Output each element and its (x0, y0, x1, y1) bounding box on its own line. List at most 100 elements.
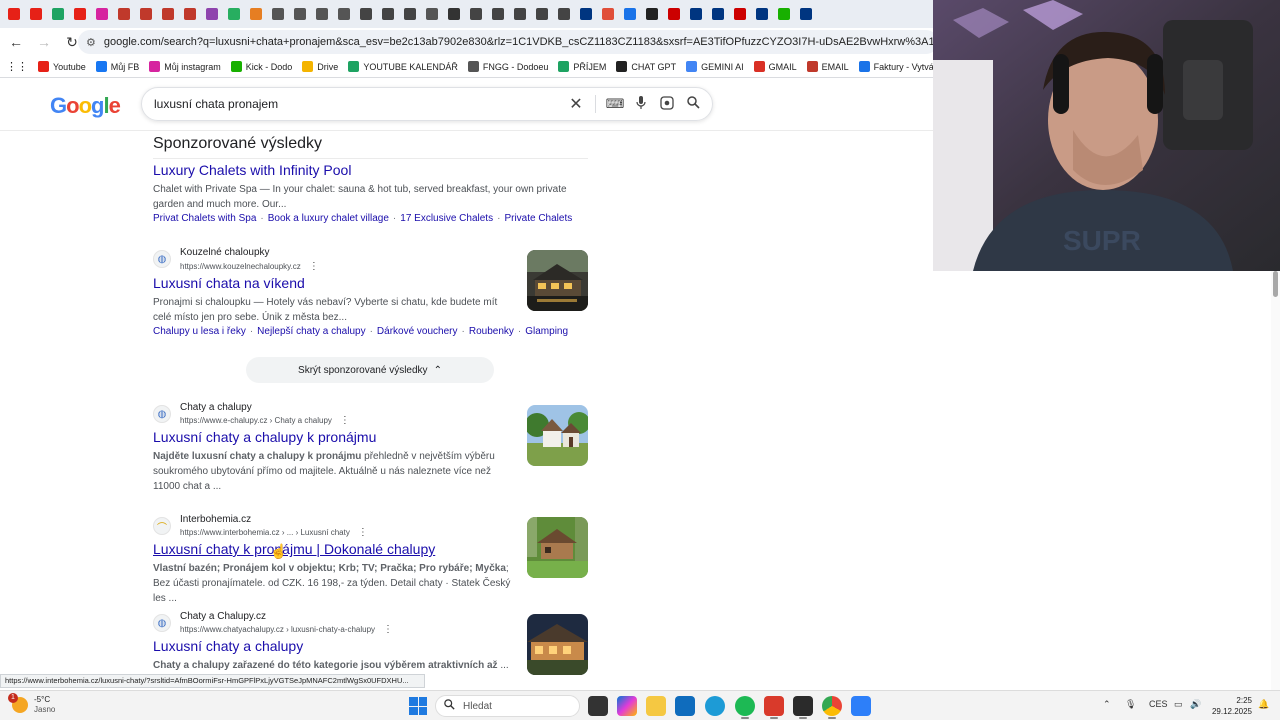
result-title-link[interactable]: Luxusní chata na víkend (153, 275, 305, 291)
browser-tab[interactable] (114, 4, 134, 24)
more-options-icon[interactable]: ⋮ (358, 527, 368, 538)
browser-tab[interactable] (752, 4, 772, 24)
windows-start-icon[interactable] (409, 697, 427, 715)
browser-tab[interactable] (4, 4, 24, 24)
site-name[interactable]: Chaty a Chalupy.cz (180, 611, 266, 622)
browser-tab[interactable] (708, 4, 728, 24)
browser-tab[interactable] (268, 4, 288, 24)
site-name[interactable]: Kouzelné chaloupky (180, 247, 270, 258)
browser-tab[interactable] (730, 4, 750, 24)
bookmark-item[interactable]: Kick - Dodo (230, 61, 292, 72)
more-options-icon[interactable]: ⋮ (309, 261, 319, 272)
hide-sponsored-button[interactable]: Skrýt sponzorované výsledky ⌃ (246, 357, 494, 383)
browser-tab[interactable] (136, 4, 156, 24)
browser-tab[interactable] (664, 4, 684, 24)
result-thumbnail[interactable] (527, 614, 588, 675)
browser-tab[interactable] (444, 4, 464, 24)
sitelink[interactable]: Nejlepší chaty a chalupy (257, 326, 365, 337)
page-scrollbar[interactable] (1271, 271, 1280, 691)
lens-icon[interactable] (654, 95, 680, 113)
browser-tab[interactable] (202, 4, 222, 24)
clock[interactable]: 2:25 29.12.2025 (1208, 695, 1252, 717)
language-indicator[interactable]: CES (1149, 699, 1168, 709)
browser-tab[interactable] (246, 4, 266, 24)
bookmark-item[interactable]: FNGG - Dodoeu (467, 61, 548, 72)
back-button[interactable]: ← (4, 30, 28, 54)
site-url[interactable]: https://www.kouzelnechaloupky.cz ⋮ (180, 261, 319, 272)
bookmark-item[interactable]: Drive (302, 61, 338, 72)
browser-tab[interactable] (642, 4, 662, 24)
browser-tab[interactable] (510, 4, 530, 24)
sitelink[interactable]: 17 Exclusive Chalets (400, 213, 493, 224)
network-icon[interactable]: ▭ (1174, 699, 1183, 710)
browser-tab[interactable] (180, 4, 200, 24)
browser-tab[interactable] (70, 4, 90, 24)
ad-title-link[interactable]: Luxury Chalets with Infinity Pool (153, 162, 351, 178)
google-logo[interactable]: Google (50, 93, 121, 119)
site-settings-icon[interactable]: ⚙ (86, 36, 96, 49)
sitelink[interactable]: Privat Chalets with Spa (153, 213, 256, 224)
obs-icon[interactable] (764, 696, 784, 719)
bookmark-item[interactable]: GEMINI AI (686, 61, 744, 72)
result-title-link[interactable]: Luxusní chaty k pronájmu | Dokonalé chal… (153, 541, 435, 557)
sitelink[interactable]: Chalupy u lesa i řeky (153, 326, 246, 337)
chevron-up-icon[interactable]: ⌃ (1103, 699, 1111, 710)
browser-tab[interactable] (26, 4, 46, 24)
microphone-icon[interactable]: 🎙 (1125, 699, 1136, 710)
browser-tab[interactable] (532, 4, 552, 24)
edge-icon[interactable] (705, 696, 725, 716)
site-url[interactable]: https://www.chatyachalupy.cz › luxusni-c… (180, 624, 393, 635)
browser-tab[interactable] (488, 4, 508, 24)
browser-tab[interactable] (92, 4, 112, 24)
bookmark-item[interactable]: CHAT GPT (616, 61, 676, 72)
browser-tab[interactable] (224, 4, 244, 24)
chrome-icon[interactable] (822, 696, 842, 719)
apps-grid-icon[interactable]: ⋮⋮ (6, 60, 28, 73)
notification-bell-icon[interactable]: 🔔 (1258, 699, 1269, 710)
result-thumbnail[interactable] (527, 250, 588, 311)
bookmark-item[interactable]: YOUTUBE KALENDÁŘ (348, 61, 458, 72)
browser-tab[interactable] (334, 4, 354, 24)
spotify-icon[interactable] (735, 696, 755, 719)
browser-tab[interactable] (686, 4, 706, 24)
address-bar[interactable]: ⚙ google.com/search?q=luxusni+chata+pron… (78, 30, 938, 54)
browser-tab[interactable] (290, 4, 310, 24)
browser-tab[interactable] (796, 4, 816, 24)
browser-tab[interactable] (356, 4, 376, 24)
file-explorer-icon[interactable] (646, 696, 666, 716)
notepad-icon[interactable] (851, 696, 871, 716)
taskbar-search[interactable]: Hledat (435, 695, 580, 717)
scrollbar-thumb[interactable] (1273, 271, 1278, 297)
result-title-link[interactable]: Luxusní chaty a chalupy k pronájmu (153, 429, 376, 445)
browser-tab[interactable] (48, 4, 68, 24)
browser-tab[interactable] (598, 4, 618, 24)
site-name[interactable]: Chaty a chalupy (180, 402, 252, 413)
result-thumbnail[interactable] (527, 517, 588, 578)
bookmark-item[interactable]: EMAIL (806, 61, 849, 72)
weather-widget[interactable]: 1 -5°C Jasno (8, 693, 55, 715)
browser-tab[interactable] (620, 4, 640, 24)
bookmark-item[interactable]: Můj FB (95, 61, 139, 72)
browser-tab[interactable] (554, 4, 574, 24)
speaker-icon[interactable]: 🔊 (1190, 699, 1201, 710)
site-url[interactable]: https://www.e-chalupy.cz › Chaty a chalu… (180, 415, 350, 426)
clear-icon[interactable]: ✕ (563, 94, 589, 114)
sitelink[interactable]: Dárkové vouchery (377, 326, 458, 337)
browser-tab[interactable] (422, 4, 442, 24)
capcut-icon[interactable] (793, 696, 813, 719)
more-options-icon[interactable]: ⋮ (383, 624, 393, 635)
search-input[interactable]: luxusní chata pronajem (154, 97, 563, 111)
browser-tab[interactable] (378, 4, 398, 24)
bookmark-item[interactable]: Můj instagram (149, 61, 221, 72)
sitelink[interactable]: Glamping (525, 326, 568, 337)
outlook-icon[interactable] (675, 696, 695, 716)
browser-tab[interactable] (400, 4, 420, 24)
sitelink[interactable]: Private Chalets (504, 213, 572, 224)
site-url[interactable]: https://www.interbohemia.cz › ... › Luxu… (180, 527, 368, 538)
site-name[interactable]: Interbohemia.cz (180, 514, 251, 525)
more-options-icon[interactable]: ⋮ (340, 415, 350, 426)
sitelink[interactable]: Roubenky (469, 326, 514, 337)
bookmark-item[interactable]: PŘÍJEM (558, 61, 606, 72)
result-title-link[interactable]: Luxusní chaty a chalupy (153, 638, 303, 654)
microphone-icon[interactable] (628, 95, 654, 113)
